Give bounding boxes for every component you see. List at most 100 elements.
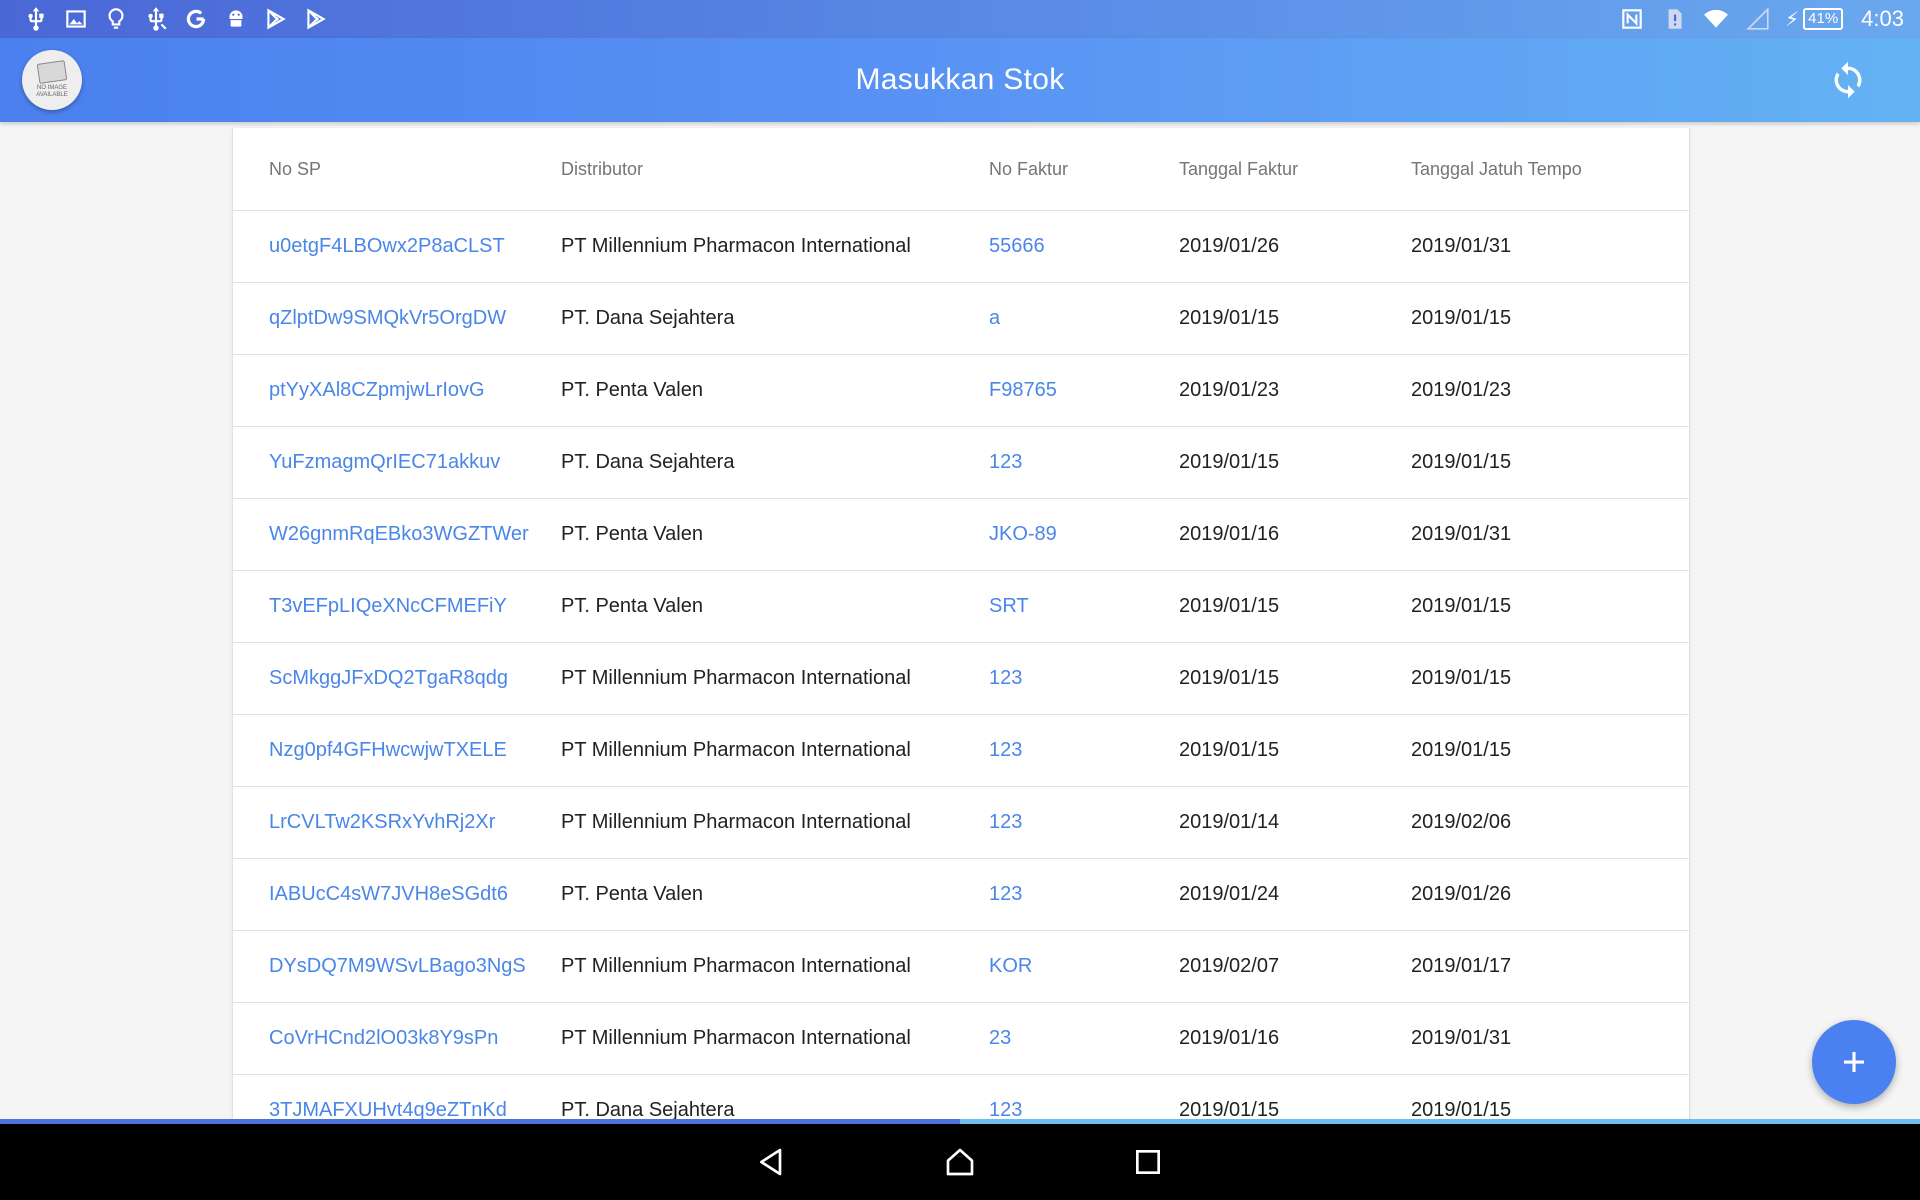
no-sp-link[interactable]: ScMkggJFxDQ2TgaR8qdg [233, 642, 561, 715]
distributor-cell: PT. Penta Valen [561, 498, 989, 571]
play-store-icon [256, 0, 296, 38]
column-header-no-faktur[interactable]: No Faktur [989, 128, 1179, 211]
tanggal-faktur-cell: 2019/01/15 [1179, 1074, 1411, 1120]
no-sp-link[interactable]: YuFzmagmQrIEC71akkuv [233, 426, 561, 499]
clock: 4:03 [1861, 6, 1904, 31]
no-sp-link[interactable]: LrCVLTw2KSRxYvhRj2Xr [233, 786, 561, 859]
no-sp-link[interactable]: Nzg0pf4GFHwcwjwTXELE [233, 714, 561, 787]
tanggal-faktur-cell: 2019/01/15 [1179, 426, 1411, 499]
status-bar: ⚡ 41% 4:03 [0, 0, 1920, 38]
no-faktur-link[interactable]: 123 [989, 426, 1179, 499]
play-store-icon-2 [296, 0, 336, 38]
no-faktur-link[interactable]: 123 [989, 786, 1179, 859]
tanggal-faktur-cell: 2019/01/24 [1179, 858, 1411, 931]
notification-icons [0, 0, 336, 38]
sim-alert-icon [1659, 0, 1689, 38]
system-icons: ⚡ 41% 4:03 [1617, 0, 1920, 38]
table-row[interactable]: qZlptDw9SMQkVr5OrgDW PT. Dana Sejahtera … [233, 282, 1689, 355]
signal-icon [1743, 0, 1773, 38]
tanggal-jatuh-tempo-cell: 2019/01/15 [1411, 642, 1689, 715]
tanggal-jatuh-tempo-cell: 2019/01/31 [1411, 498, 1689, 571]
no-sp-link[interactable]: W26gnmRqEBko3WGZTWer [233, 498, 561, 571]
no-sp-link[interactable]: qZlptDw9SMQkVr5OrgDW [233, 282, 561, 355]
tanggal-faktur-cell: 2019/01/15 [1179, 714, 1411, 787]
wifi-icon [1701, 0, 1731, 38]
refresh-button[interactable] [1826, 58, 1870, 102]
tanggal-jatuh-tempo-cell: 2019/01/15 [1411, 570, 1689, 643]
nfc-icon [1617, 0, 1647, 38]
tanggal-faktur-cell: 2019/01/15 [1179, 282, 1411, 355]
no-sp-link[interactable]: T3vEFpLIQeXNcCFMEFiY [233, 570, 561, 643]
column-header-distributor[interactable]: Distributor [561, 128, 989, 211]
no-sp-link[interactable]: u0etgF4LBOwx2P8aCLST [233, 210, 561, 283]
tanggal-faktur-cell: 2019/01/16 [1179, 498, 1411, 571]
table-row[interactable]: W26gnmRqEBko3WGZTWer PT. Penta Valen JKO… [233, 498, 1689, 571]
android-icon [216, 0, 256, 38]
stock-table-card: No SP Distributor No Faktur Tanggal Fakt… [232, 128, 1690, 1120]
table-header-row: No SP Distributor No Faktur Tanggal Fakt… [233, 128, 1689, 211]
no-faktur-link[interactable]: SRT [989, 570, 1179, 643]
tanggal-jatuh-tempo-cell: 2019/01/15 [1411, 282, 1689, 355]
tanggal-jatuh-tempo-cell: 2019/02/06 [1411, 786, 1689, 859]
table-row[interactable]: T3vEFpLIQeXNcCFMEFiY PT. Penta Valen SRT… [233, 570, 1689, 643]
no-faktur-link[interactable]: JKO-89 [989, 498, 1179, 571]
table-row[interactable]: YuFzmagmQrIEC71akkuv PT. Dana Sejahtera … [233, 426, 1689, 499]
no-faktur-link[interactable]: 123 [989, 642, 1179, 715]
no-sp-link[interactable]: ptYyXAl8CZpmjwLrIovG [233, 354, 561, 427]
no-faktur-link[interactable]: a [989, 282, 1179, 355]
no-faktur-link[interactable]: 123 [989, 858, 1179, 931]
no-faktur-link[interactable]: 55666 [989, 210, 1179, 283]
no-faktur-link[interactable]: F98765 [989, 354, 1179, 427]
column-header-no-sp[interactable]: No SP [233, 128, 561, 211]
battery-level: 41% [1803, 8, 1844, 30]
battery-indicator: ⚡ 41% [1785, 7, 1844, 32]
home-button[interactable] [940, 1142, 980, 1182]
tanggal-jatuh-tempo-cell: 2019/01/26 [1411, 858, 1689, 931]
tanggal-faktur-cell: 2019/02/07 [1179, 930, 1411, 1003]
tanggal-jatuh-tempo-cell: 2019/01/23 [1411, 354, 1689, 427]
page-title: Masukkan Stok [855, 63, 1065, 96]
distributor-cell: PT. Dana Sejahtera [561, 1074, 989, 1120]
table-row[interactable]: LrCVLTw2KSRxYvhRj2Xr PT Millennium Pharm… [233, 786, 1689, 859]
recents-button[interactable] [1128, 1142, 1168, 1182]
no-sp-link[interactable]: 3TJMAFXUHvt4q9eZTnKd [233, 1074, 561, 1120]
lightbulb-icon [96, 0, 136, 38]
tanggal-faktur-cell: 2019/01/14 [1179, 786, 1411, 859]
table-row[interactable]: 3TJMAFXUHvt4q9eZTnKd PT. Dana Sejahtera … [233, 1074, 1689, 1120]
no-faktur-link[interactable]: 123 [989, 714, 1179, 787]
distributor-cell: PT Millennium Pharmacon International [561, 930, 989, 1003]
column-header-tanggal-jatuh-tempo[interactable]: Tanggal Jatuh Tempo [1411, 128, 1689, 211]
no-sp-link[interactable]: IABUcC4sW7JVH8eSGdt6 [233, 858, 561, 931]
distributor-cell: PT. Dana Sejahtera [561, 426, 989, 499]
no-sp-link[interactable]: DYsDQ7M9WSvLBago3NgS [233, 930, 561, 1003]
table-row[interactable]: CoVrHCnd2lO03k8Y9sPn PT Millennium Pharm… [233, 1002, 1689, 1075]
tanggal-jatuh-tempo-cell: 2019/01/15 [1411, 426, 1689, 499]
back-button[interactable] [752, 1142, 792, 1182]
column-header-tanggal-faktur[interactable]: Tanggal Faktur [1179, 128, 1411, 211]
table-row[interactable]: DYsDQ7M9WSvLBago3NgS PT Millennium Pharm… [233, 930, 1689, 1003]
app-bar: NO IMAGE AVAILABLE Masukkan Stok [0, 38, 1920, 122]
table-row[interactable]: ScMkggJFxDQ2TgaR8qdg PT Millennium Pharm… [233, 642, 1689, 715]
add-stock-button[interactable] [1812, 1020, 1896, 1104]
stock-table: No SP Distributor No Faktur Tanggal Fakt… [233, 128, 1689, 1120]
no-faktur-link[interactable]: 123 [989, 1074, 1179, 1120]
table-row[interactable]: ptYyXAl8CZpmjwLrIovG PT. Penta Valen F98… [233, 354, 1689, 427]
distributor-cell: PT. Penta Valen [561, 858, 989, 931]
no-faktur-link[interactable]: KOR [989, 930, 1179, 1003]
tanggal-faktur-cell: 2019/01/16 [1179, 1002, 1411, 1075]
distributor-cell: PT. Penta Valen [561, 570, 989, 643]
usb-debug-icon [136, 0, 176, 38]
home-icon [946, 1148, 974, 1176]
no-faktur-link[interactable]: 23 [989, 1002, 1179, 1075]
plus-icon [1844, 1052, 1864, 1072]
tanggal-jatuh-tempo-cell: 2019/01/15 [1411, 1074, 1689, 1120]
no-sp-link[interactable]: CoVrHCnd2lO03k8Y9sPn [233, 1002, 561, 1075]
tanggal-jatuh-tempo-cell: 2019/01/31 [1411, 210, 1689, 283]
table-row[interactable]: Nzg0pf4GFHwcwjwTXELE PT Millennium Pharm… [233, 714, 1689, 787]
charging-icon: ⚡ [1785, 8, 1800, 31]
table-row[interactable]: IABUcC4sW7JVH8eSGdt6 PT. Penta Valen 123… [233, 858, 1689, 931]
distributor-cell: PT Millennium Pharmacon International [561, 1002, 989, 1075]
distributor-cell: PT Millennium Pharmacon International [561, 786, 989, 859]
tanggal-jatuh-tempo-cell: 2019/01/15 [1411, 714, 1689, 787]
table-row[interactable]: u0etgF4LBOwx2P8aCLST PT Millennium Pharm… [233, 210, 1689, 283]
